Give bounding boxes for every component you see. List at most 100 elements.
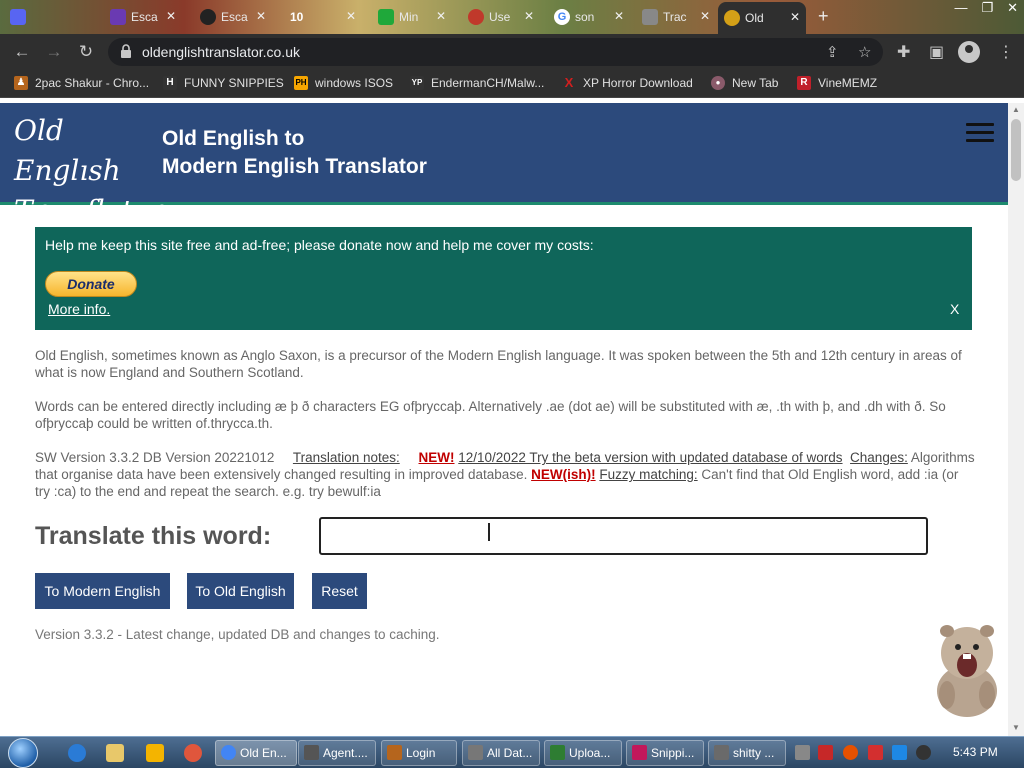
taskbar-window-label: Agent.... <box>323 746 368 760</box>
scrollbar-thumb[interactable] <box>1011 119 1021 181</box>
text-cursor-icon <box>488 523 492 541</box>
bookmark-item[interactable]: ● New Tab <box>711 76 778 90</box>
tab-strip: Esca ✕ Esca ✕ 10 ✕ Min ✕ Use ✕ G son ✕ T… <box>0 0 1024 34</box>
scroll-down-arrow-icon[interactable]: ▼ <box>1012 723 1020 732</box>
tab-label: Use <box>489 10 511 24</box>
bookmark-item[interactable]: R VineMEMZ <box>797 76 877 90</box>
url-text: oldenglishtranslator.co.uk <box>142 44 300 60</box>
donate-message: Help me keep this site free and ad-free;… <box>45 237 594 253</box>
site-title: Old English to Modern English Translator <box>162 125 427 181</box>
close-banner-button[interactable]: X <box>950 301 959 317</box>
tab-6[interactable]: G son ✕ <box>548 4 630 30</box>
taskbar-window-chrome[interactable]: Old En... <box>215 740 297 766</box>
translate-label: Translate this word: <box>35 522 272 550</box>
tray-app-icon[interactable] <box>818 745 833 760</box>
tab-2[interactable]: Esca ✕ <box>194 4 272 30</box>
close-tab-icon[interactable]: ✕ <box>346 9 356 23</box>
tab-discord[interactable] <box>4 4 44 30</box>
window-icon <box>632 745 647 760</box>
donate-button[interactable]: Donate <box>45 271 137 297</box>
translate-word-input[interactable] <box>319 517 928 555</box>
taskbar-window[interactable]: All Dat... <box>462 740 540 766</box>
close-window-button[interactable]: ✕ <box>1007 0 1018 16</box>
tray-network-icon[interactable] <box>892 745 907 760</box>
close-tab-icon[interactable]: ✕ <box>700 9 710 23</box>
taskbar-clock[interactable]: 5:43 PM <box>953 745 998 759</box>
more-info-link[interactable]: More info. <box>48 301 110 317</box>
changes-link[interactable]: Changes: <box>850 450 908 465</box>
bookmark-item[interactable]: X XP Horror Download <box>562 75 693 91</box>
tab-label: Old <box>745 11 764 25</box>
side-panel-icon[interactable]: ▣ <box>929 42 944 62</box>
site-logo[interactable]: Old Englısh Tɲanſlatoɲ <box>14 111 168 227</box>
start-button-icon[interactable] <box>8 738 38 768</box>
donate-banner: Help me keep this site free and ad-free;… <box>35 227 972 330</box>
bookmark-item[interactable]: PH windows ISOS <box>294 76 393 90</box>
fuzzy-matching-link[interactable]: Fuzzy matching: <box>599 467 697 482</box>
google-icon: G <box>554 9 570 25</box>
tab-1[interactable]: Esca ✕ <box>104 4 182 30</box>
taskbar-window[interactable]: shitty ... <box>708 740 786 766</box>
close-tab-icon[interactable]: ✕ <box>790 10 800 24</box>
profile-avatar-icon[interactable] <box>958 41 980 63</box>
address-bar[interactable]: oldenglishtranslator.co.uk ⇪ ☆ <box>108 38 883 66</box>
close-tab-icon[interactable]: ✕ <box>166 9 176 23</box>
taskbar-window[interactable]: Login <box>381 740 457 766</box>
tab-label: Trac <box>663 10 687 24</box>
bookmark-favicon-icon: R <box>797 76 811 90</box>
tray-app-icon[interactable] <box>795 745 810 760</box>
window-icon <box>304 745 319 760</box>
bookmark-item[interactable]: H FUNNY SNIPPIES <box>163 76 284 90</box>
hamburger-menu-icon[interactable] <box>966 123 994 143</box>
tab-active-old[interactable]: Old ✕ <box>718 2 806 34</box>
page-scrollbar[interactable]: ▲ ▼ <box>1008 103 1024 736</box>
restore-button[interactable]: ❐ <box>981 0 993 16</box>
version-note: Version 3.3.2 - Latest change, updated D… <box>35 627 440 642</box>
bookmark-favicon-icon: X <box>564 75 574 90</box>
tray-volume-icon[interactable] <box>916 745 931 760</box>
media-player-icon[interactable] <box>146 744 164 762</box>
tab-5[interactable]: Use ✕ <box>462 4 540 30</box>
close-tab-icon[interactable]: ✕ <box>614 9 624 23</box>
logo-line-2: Tɲanſlatoɲ <box>14 194 168 227</box>
taskbar-window[interactable]: Snippi... <box>626 740 704 766</box>
tray-flag-icon[interactable] <box>868 745 883 760</box>
forward-arrow-icon[interactable]: → <box>42 40 66 64</box>
browser-toolbar: ← → ↻ oldenglishtranslator.co.uk ⇪ ☆ ✚ ▣… <box>0 34 1024 70</box>
close-tab-icon[interactable]: ✕ <box>256 9 266 23</box>
tray-search-icon[interactable] <box>843 745 858 760</box>
bookmark-star-icon[interactable]: ☆ <box>858 43 871 61</box>
tab-3[interactable]: 10 ✕ <box>284 4 362 30</box>
window-icon <box>550 745 565 760</box>
to-old-english-button[interactable]: To Old English <box>187 573 294 609</box>
bookmark-item[interactable]: YP EndermanCH/Malw... <box>410 76 544 90</box>
taskbar-window[interactable]: Agent.... <box>298 740 376 766</box>
scroll-up-arrow-icon[interactable]: ▲ <box>1012 105 1020 114</box>
share-icon[interactable]: ⇪ <box>826 43 839 61</box>
internet-explorer-icon[interactable] <box>68 744 86 762</box>
taskbar-window[interactable]: Uploa... <box>544 740 622 766</box>
menu-kebab-icon[interactable]: ⋮ <box>998 42 1014 62</box>
bookmark-item[interactable]: ♟ 2pac Shakur - Chro... <box>14 76 149 90</box>
site-title-line-2: Modern English Translator <box>162 155 427 178</box>
github-icon <box>200 9 216 25</box>
beta-version-link[interactable]: 12/10/2022 Try the beta version with upd… <box>458 450 842 465</box>
bookmark-label: VineMEMZ <box>818 76 878 90</box>
close-tab-icon[interactable]: ✕ <box>524 9 534 23</box>
close-tab-icon[interactable]: ✕ <box>436 9 446 23</box>
paint-app-icon[interactable] <box>184 744 202 762</box>
tab-4[interactable]: Min ✕ <box>372 4 452 30</box>
new-tab-button[interactable]: + <box>818 6 829 27</box>
to-modern-english-button[interactable]: To Modern English <box>35 573 170 609</box>
reload-icon[interactable]: ↻ <box>74 40 98 64</box>
taskbar-window-label: Old En... <box>240 746 287 760</box>
back-arrow-icon[interactable]: ← <box>10 40 34 64</box>
extensions-puzzle-icon[interactable]: ✚ <box>897 42 910 62</box>
tab-7[interactable]: Trac ✕ <box>636 4 716 30</box>
lock-icon <box>121 44 131 58</box>
file-explorer-icon[interactable] <box>106 744 124 762</box>
minimize-button[interactable]: — <box>954 0 967 16</box>
reset-button[interactable]: Reset <box>312 573 367 609</box>
translation-notes-link[interactable]: Translation notes: <box>293 450 400 465</box>
hamster-mascot-icon[interactable] <box>925 613 1005 718</box>
